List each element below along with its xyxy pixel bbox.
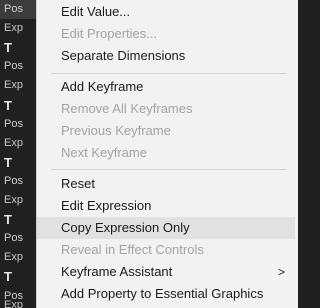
layer-row-exp[interactable]: Exp (0, 296, 36, 308)
layer-row-label: T (4, 212, 12, 227)
menu-separator (51, 73, 286, 74)
menu-item-previous-keyframe: Previous Keyframe (37, 120, 295, 142)
layer-row-label: Pos (4, 175, 23, 187)
layer-row-pos[interactable]: Pos (0, 229, 36, 248)
menu-item-label: Reveal in Effect Controls (61, 242, 204, 257)
menu-item-label: Edit Expression (61, 198, 152, 213)
menu-item-label: Separate Dimensions (61, 48, 186, 63)
layer-row-label: Pos (4, 60, 23, 72)
layer-row-t[interactable]: T (0, 96, 36, 115)
layer-row-label: Exp (4, 22, 23, 34)
layer-row-exp[interactable]: Exp (0, 191, 36, 210)
menu-item-label: Keyframe Assistant (61, 264, 173, 279)
layer-row-label: T (4, 155, 12, 170)
timeline-layer-strip: Pos Exp T Pos Exp T Pos Exp T Pos Exp T Pos Exp T Pos Ex… (0, 0, 36, 308)
menu-item-label: Previous Keyframe (61, 123, 171, 138)
menu-item-add-keyframe[interactable]: Add Keyframe (37, 76, 295, 98)
menu-item-label: Next Keyframe (61, 145, 147, 160)
menu-item-reveal-in-effect-controls: Reveal in Effect Controls (37, 239, 295, 261)
layer-row-label: T (4, 269, 12, 284)
layer-row-exp[interactable]: Exp (0, 19, 36, 38)
layer-row-t[interactable]: T (0, 153, 36, 172)
layer-row-pos[interactable]: Pos (0, 115, 36, 134)
menu-separator (51, 169, 286, 170)
menu-item-separate-dimensions[interactable]: Separate Dimensions (37, 45, 295, 67)
menu-item-label: Reset (61, 176, 95, 191)
layer-row-pos[interactable]: Pos (0, 57, 36, 76)
layer-row-label: Exp (4, 299, 23, 308)
layer-row-t[interactable]: T (0, 38, 36, 57)
menu-item-label: Remove All Keyframes (61, 101, 193, 116)
menu-item-remove-all-keyframes: Remove All Keyframes (37, 98, 295, 120)
menu-item-label: Copy Expression Only (61, 220, 190, 235)
context-menu: Edit Value... Edit Properties... Separate … (36, 0, 298, 308)
menu-item-edit-properties: Edit Properties... (37, 23, 295, 45)
layer-row-label: Exp (4, 194, 23, 206)
menu-item-label: Add Keyframe (61, 79, 144, 94)
chevron-right-icon: > (277, 265, 285, 279)
layer-row-label: Exp (4, 137, 23, 149)
menu-item-edit-expression[interactable]: Edit Expression (37, 195, 295, 217)
layer-row-label: Exp (4, 251, 23, 263)
layer-row-exp[interactable]: Exp (0, 248, 36, 267)
layer-row-label: Pos (4, 232, 23, 244)
menu-item-label: Edit Value... (61, 4, 131, 19)
layer-row-label: Exp (4, 79, 23, 91)
layer-row-t[interactable]: T (0, 210, 36, 229)
menu-item-copy-expression-only[interactable]: Copy Expression Only (37, 217, 295, 239)
layer-row-label: Pos (4, 3, 23, 15)
layer-row-label: Pos (4, 118, 23, 130)
menu-item-edit-value[interactable]: Edit Value... (37, 1, 295, 23)
menu-item-label: Add Property to Essential Graphics (61, 286, 264, 301)
layer-row-label: T (4, 98, 12, 113)
layer-row-label: T (4, 40, 12, 55)
menu-item-label: Edit Properties... (61, 26, 158, 41)
layer-row-t[interactable]: T (0, 267, 36, 286)
layer-row-exp[interactable]: Exp (0, 76, 36, 95)
layer-row-pos[interactable]: Pos (0, 172, 36, 191)
menu-item-add-property-to-essential-graphics[interactable]: Add Property to Essential Graphics (37, 283, 295, 305)
menu-item-keyframe-assistant[interactable]: Keyframe Assistant > (37, 261, 295, 283)
menu-item-reset[interactable]: Reset (37, 173, 295, 195)
layer-row-pos[interactable]: Pos (0, 0, 36, 19)
menu-item-next-keyframe: Next Keyframe (37, 142, 295, 164)
layer-row-exp[interactable]: Exp (0, 134, 36, 153)
